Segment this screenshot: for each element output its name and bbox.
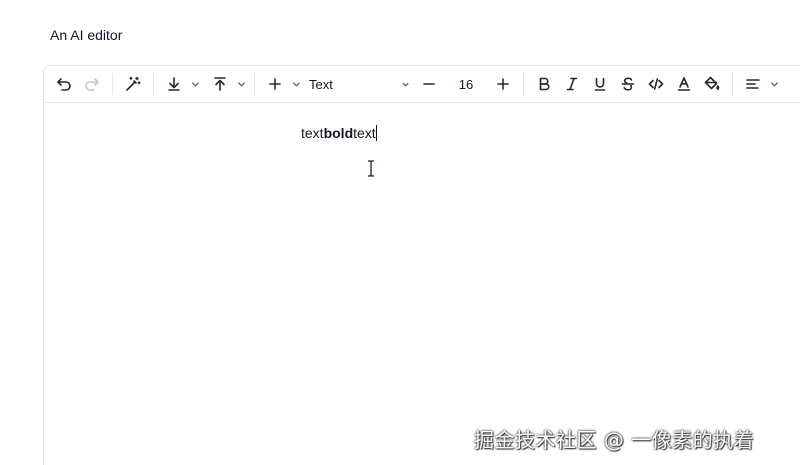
export-dropdown[interactable] [234, 70, 248, 98]
page-title: An AI editor [50, 27, 123, 43]
import-menu[interactable] [160, 70, 202, 98]
chevron-down-icon [402, 82, 409, 87]
bold-icon [539, 77, 550, 91]
toolbar: Text 16 [44, 66, 800, 103]
toolbar-divider [112, 73, 113, 95]
strikethrough-button[interactable] [614, 70, 642, 98]
ibeam-cursor-icon [366, 160, 376, 177]
plus-icon [497, 78, 509, 90]
watermark: 掘金技术社区 @ 一像素的执着 [474, 428, 755, 452]
chevron-down-icon [292, 81, 300, 87]
italic-button[interactable] [558, 70, 586, 98]
align-button[interactable] [739, 70, 767, 98]
bold-button[interactable] [530, 70, 558, 98]
paint-bucket-icon [704, 76, 720, 91]
code-button[interactable] [642, 70, 670, 98]
text-caret [375, 125, 377, 141]
insert-dropdown[interactable] [289, 70, 303, 98]
toolbar-divider [153, 73, 154, 95]
underline-button[interactable] [586, 70, 614, 98]
font-size-decrease-button[interactable] [415, 70, 443, 98]
font-size-increase-button[interactable] [489, 70, 517, 98]
highlight-button[interactable] [698, 70, 726, 98]
export-menu[interactable] [206, 70, 248, 98]
undo-button[interactable] [50, 70, 78, 98]
magic-wand-icon [126, 76, 141, 91]
block-type-select[interactable]: Text [303, 70, 415, 98]
chevron-down-icon [237, 81, 245, 87]
import-dropdown[interactable] [188, 70, 202, 98]
redo-button[interactable] [78, 70, 106, 98]
underline-icon [594, 77, 606, 91]
upload-icon [214, 77, 226, 91]
chevron-down-icon [191, 81, 199, 87]
align-left-icon [746, 79, 760, 89]
font-size-value[interactable]: 16 [443, 70, 489, 98]
align-menu[interactable] [739, 70, 781, 98]
editor: Text 16 textboldtext [43, 65, 800, 465]
insert-button[interactable] [261, 70, 289, 98]
ai-magic-button[interactable] [119, 70, 147, 98]
font-color-button[interactable] [670, 70, 698, 98]
editor-content[interactable]: textboldtext [301, 125, 377, 141]
code-icon [648, 78, 664, 90]
toolbar-divider [254, 73, 255, 95]
block-type-value: Text [309, 76, 333, 92]
insert-menu[interactable] [261, 70, 303, 98]
chevron-down-icon [770, 81, 778, 87]
redo-icon [85, 78, 99, 91]
toolbar-divider [732, 73, 733, 95]
import-button[interactable] [160, 70, 188, 98]
italic-icon [566, 77, 578, 91]
undo-icon [57, 78, 71, 91]
minus-icon [423, 83, 435, 85]
download-icon [168, 77, 180, 91]
editor-text[interactable]: text [353, 125, 376, 141]
font-color-icon [677, 77, 691, 91]
plus-icon [269, 78, 281, 90]
export-button[interactable] [206, 70, 234, 98]
editor-text[interactable]: text [301, 125, 324, 141]
strikethrough-icon [621, 77, 635, 91]
toolbar-divider [523, 73, 524, 95]
align-dropdown[interactable] [767, 70, 781, 98]
editor-text-bold[interactable]: bold [324, 125, 354, 141]
